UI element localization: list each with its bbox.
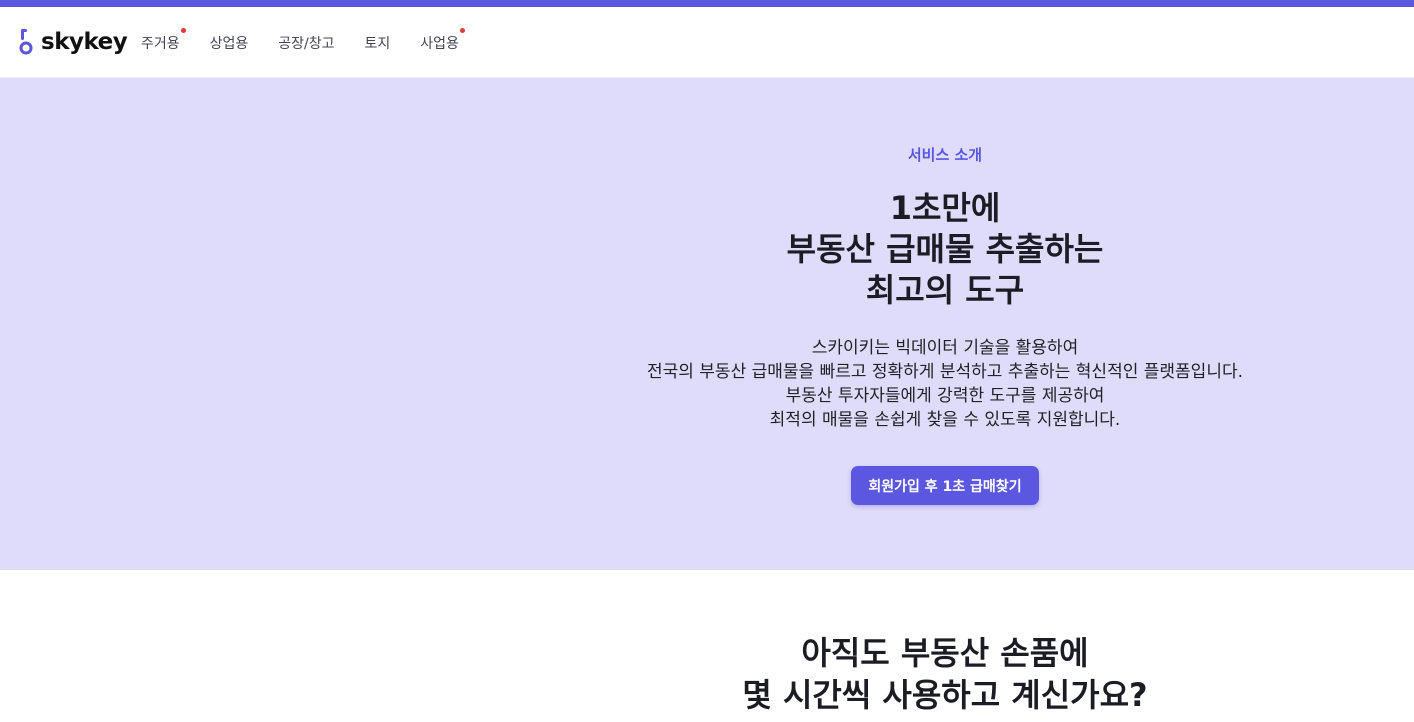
hero-description-line: 스카이키는 빅데이터 기술을 활용하여 — [811, 338, 1079, 358]
section-eyebrow: 서비스 소개 — [907, 146, 983, 164]
signup-cta-button[interactable]: 회원가입 후 1초 급매찾기 — [851, 466, 1039, 505]
nav-item-label: 공장/창고 — [278, 35, 335, 52]
hero-title: 1초만에 부동산 급매물 추출하는 최고의 도구 — [545, 188, 1345, 311]
top-accent-bar — [0, 0, 1414, 7]
key-logo-icon — [18, 28, 34, 56]
hero-description: 스카이키는 빅데이터 기술을 활용하여 전국의 부동산 급매물을 빠르고 정확하… — [545, 336, 1345, 432]
logo[interactable]: skykey — [18, 27, 128, 57]
notification-dot — [180, 27, 186, 33]
hero-description-line: 부동산 투자자들에게 강력한 도구를 제공하여 — [785, 386, 1105, 406]
nav-item-label: 사업용 — [420, 35, 459, 52]
hero-section: 서비스 소개 1초만에 부동산 급매물 추출하는 최고의 도구 스카이키는 빅데… — [0, 78, 1414, 570]
hero-title-line: 최고의 도구 — [865, 271, 1025, 309]
nav-item-label: 주거용 — [141, 35, 180, 52]
navbar: skykey 주거용 상업용 공장/창고 토지 사업용 — [0, 7, 1414, 78]
nav-item-label: 토지 — [364, 35, 391, 52]
notification-dot — [459, 27, 465, 33]
hero-title-line: 1초만에 — [889, 189, 1001, 227]
nav-item-business[interactable]: 사업용 — [420, 27, 465, 53]
nav-item-residential[interactable]: 주거용 — [141, 27, 186, 53]
nav-item-commercial[interactable]: 상업용 — [210, 33, 249, 53]
section-title-line: 몇 시간씩 사용하고 계신가요? — [742, 676, 1148, 714]
nav-item-label: 상업용 — [209, 35, 249, 52]
brand-name: skykey — [41, 29, 128, 55]
hero-description-line: 최적의 매물을 손쉽게 찾을 수 있도록 지원합니다. — [769, 410, 1121, 430]
main-nav: 주거용 상업용 공장/창고 토지 사업용 — [141, 7, 489, 78]
nav-item-land[interactable]: 토지 — [365, 33, 391, 53]
pain-point-section: 아직도 부동산 손품에 몇 시간씩 사용하고 계신가요? — [0, 570, 1414, 722]
hero-title-line: 부동산 급매물 추출하는 — [786, 230, 1104, 268]
hero-description-line: 전국의 부동산 급매물을 빠르고 정확하게 분석하고 추출하는 혁신적인 플랫폼… — [646, 362, 1244, 382]
section-title-line: 아직도 부동산 손품에 — [801, 634, 1089, 672]
section-title: 아직도 부동산 손품에 몇 시간씩 사용하고 계신가요? — [545, 632, 1345, 716]
nav-item-factory-warehouse[interactable]: 공장/창고 — [278, 33, 334, 53]
